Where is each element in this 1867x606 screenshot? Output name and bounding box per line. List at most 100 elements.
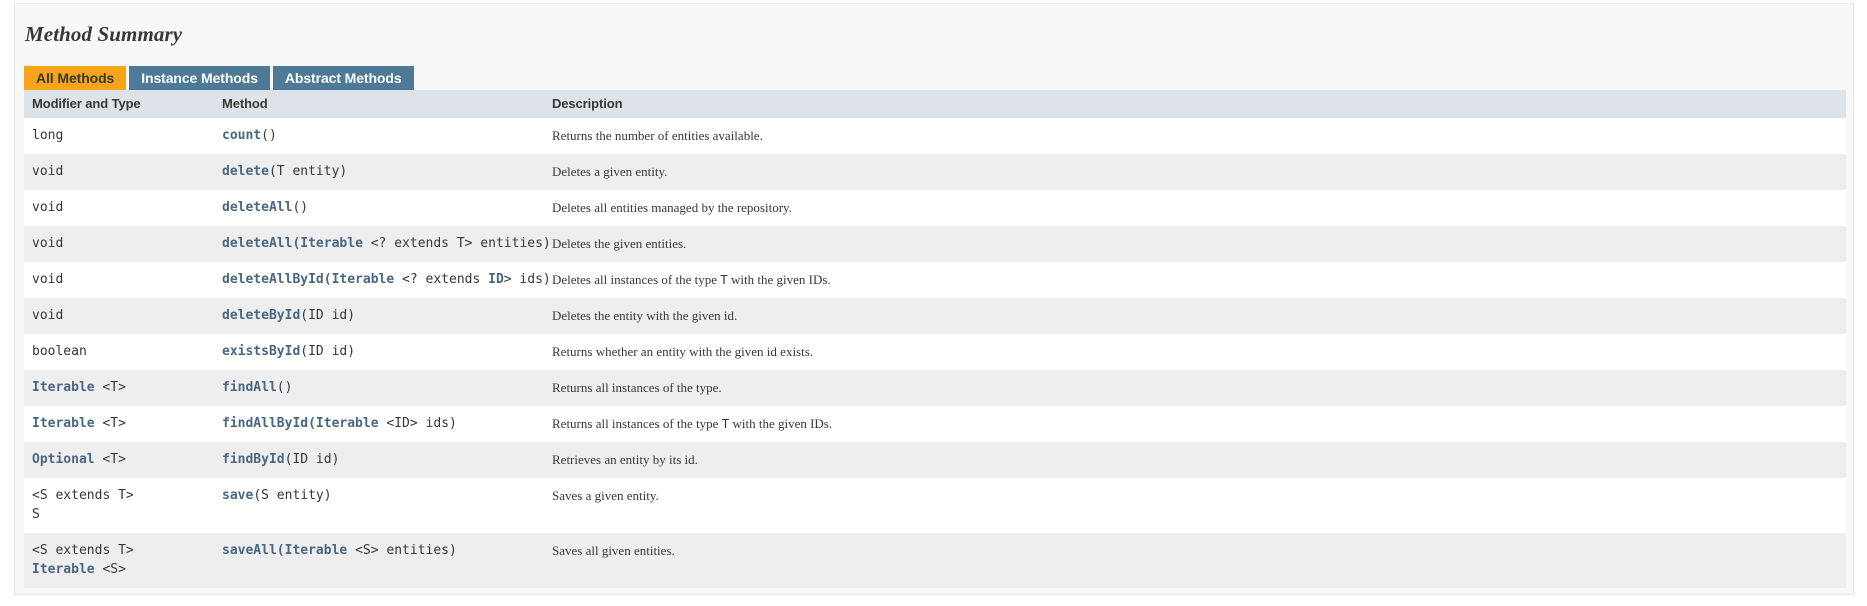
cell-modifier-and-type: <S extends T> S	[24, 478, 214, 533]
page-title: Method Summary	[25, 22, 183, 46]
type-text: <S>	[94, 562, 126, 577]
table-header-row: Modifier and Type Method Description	[24, 90, 1846, 118]
method-text: (ID id)	[284, 452, 340, 467]
description-text: Deletes the given entities.	[552, 236, 687, 251]
table-row: long count() Returns the number of entitie…	[24, 118, 1846, 154]
method-link[interactable]: deleteById	[222, 308, 300, 323]
method-link[interactable]: Iterable	[332, 272, 395, 287]
method-link[interactable]: deleteAll(	[222, 236, 300, 251]
method-link[interactable]: deleteAll	[222, 200, 292, 215]
description-text: Retrieves an entity by its id.	[552, 452, 698, 467]
method-text: <? extends	[394, 272, 489, 287]
cell-modifier-and-type: void	[24, 190, 214, 226]
method-link[interactable]: Iterable	[300, 236, 363, 251]
modifier-line: void	[32, 270, 206, 289]
cell-description: Deletes the given entities.	[544, 226, 1846, 262]
method-link[interactable]: deleteAllById(	[222, 272, 332, 287]
cell-modifier-and-type: Iterable <T>	[24, 406, 214, 442]
column-header-description: Description	[544, 90, 1846, 118]
table-row: void deleteById(ID id) Deletes the entity …	[24, 298, 1846, 334]
method-text: (ID id)	[300, 308, 356, 323]
table-row: <S extends T> Ssave(S entity) Saves a give…	[24, 478, 1846, 533]
type-text: <S extends T>	[32, 543, 134, 558]
method-text: (S entity)	[253, 488, 332, 503]
type-link[interactable]: Iterable	[32, 562, 95, 577]
table-row: Optional <T> findById(ID id) Retrieves an …	[24, 442, 1846, 478]
modifier-line: S	[32, 505, 206, 524]
cell-method[interactable]: findById(ID id)	[214, 442, 544, 478]
table-row: void delete(T entity) Deletes a given enti…	[24, 154, 1846, 190]
description-text: Returns whether an entity with the given…	[552, 344, 814, 359]
type-text: <S extends T>	[32, 488, 134, 503]
cell-method[interactable]: saveAll(Iterable <S> entities)	[214, 533, 544, 588]
method-link[interactable]: findById	[222, 452, 285, 467]
method-link[interactable]: Iterable	[316, 416, 379, 431]
cell-modifier-and-type: boolean	[24, 334, 214, 370]
cell-method[interactable]: findAll()	[214, 370, 544, 406]
column-header-modifier-and-type: Modifier and Type	[24, 90, 214, 118]
type-text: void	[32, 200, 64, 215]
cell-modifier-and-type: Iterable <T>	[24, 370, 214, 406]
type-text: <T>	[94, 380, 126, 395]
method-link[interactable]: count	[222, 128, 261, 143]
cell-method[interactable]: deleteById(ID id)	[214, 298, 544, 334]
cell-method[interactable]: delete(T entity)	[214, 154, 544, 190]
method-text: (ID id)	[300, 344, 356, 359]
table-header: Modifier and Type Method Description	[24, 90, 1846, 118]
column-header-method: Method	[214, 90, 544, 118]
modifier-line: <S extends T>	[32, 486, 206, 505]
description-text: with the given IDs.	[727, 272, 831, 287]
tab-instance-methods[interactable]: Instance Methods	[129, 66, 270, 90]
cell-method[interactable]: findAllById(Iterable <ID> ids)	[214, 406, 544, 442]
cell-description: Returns the number of entities available…	[544, 118, 1846, 154]
table-row: void deleteAllById(Iterable <? extends ID…	[24, 262, 1846, 298]
cell-description: Deletes all instances of the type T with…	[544, 262, 1846, 298]
table-row: boolean existsById(ID id) Returns whether …	[24, 334, 1846, 370]
cell-modifier-and-type: void	[24, 298, 214, 334]
method-link[interactable]: ID	[488, 272, 504, 287]
cell-description: Returns all instances of the type T with…	[544, 406, 1846, 442]
description-text: Saves a given entity.	[552, 488, 659, 503]
description-text: Returns the number of entities available…	[552, 128, 763, 143]
cell-method[interactable]: deleteAll(Iterable <? extends T> entitie…	[214, 226, 551, 262]
method-summary-block: Method Summary All Methods Instance Metho…	[14, 3, 1854, 595]
table-row: void deleteAll() Deletes all entities mana…	[24, 190, 1846, 226]
type-link[interactable]: Optional	[32, 452, 95, 467]
cell-modifier-and-type: <S extends T> Iterable <S>	[24, 533, 214, 588]
method-link[interactable]: Iterable	[285, 543, 348, 558]
cell-description: Deletes a given entity.	[544, 154, 1846, 190]
method-link[interactable]: findAllById(	[222, 416, 316, 431]
description-text: Deletes the entity with the given id.	[552, 308, 738, 323]
method-link[interactable]: existsById	[222, 344, 300, 359]
table-row: Iterable <T> findAll() Returns all instanc…	[24, 370, 1846, 406]
modifier-line: Iterable <T>	[32, 414, 206, 433]
type-link[interactable]: Iterable	[32, 380, 95, 395]
type-text: S	[32, 507, 40, 522]
method-text: <ID> ids)	[378, 416, 457, 431]
cell-method[interactable]: existsById(ID id)	[214, 334, 544, 370]
javadoc-method-summary-page: Method Summary All Methods Instance Metho…	[0, 0, 1867, 606]
description-text: Deletes all entities managed by the repo…	[552, 200, 792, 215]
type-text: <T>	[94, 416, 126, 431]
modifier-line: boolean	[32, 342, 206, 361]
cell-description: Returns all instances of the type.	[544, 370, 1846, 406]
method-link[interactable]: delete	[222, 164, 269, 179]
cell-description: Returns whether an entity with the given…	[544, 334, 1846, 370]
method-link[interactable]: save	[222, 488, 253, 503]
cell-modifier-and-type: void	[24, 154, 214, 190]
type-link[interactable]: Iterable	[32, 416, 95, 431]
method-text: ()	[276, 380, 293, 395]
method-link[interactable]: findAll	[222, 380, 277, 395]
cell-description: Retrieves an entity by its id.	[544, 442, 1846, 478]
tab-abstract-methods[interactable]: Abstract Methods	[272, 66, 414, 90]
cell-modifier-and-type: Optional <T>	[24, 442, 214, 478]
method-text: (T entity)	[268, 164, 348, 179]
cell-method[interactable]: deleteAll()	[214, 190, 544, 226]
cell-modifier-and-type: void	[24, 226, 214, 262]
method-link[interactable]: saveAll(	[222, 543, 285, 558]
tab-all-methods[interactable]: All Methods	[24, 66, 127, 90]
modifier-line: void	[32, 162, 206, 181]
cell-method[interactable]: count()	[214, 118, 544, 154]
cell-method[interactable]: deleteAllById(Iterable <? extends ID> id…	[214, 262, 551, 298]
cell-method[interactable]: save(S entity)	[214, 478, 544, 533]
